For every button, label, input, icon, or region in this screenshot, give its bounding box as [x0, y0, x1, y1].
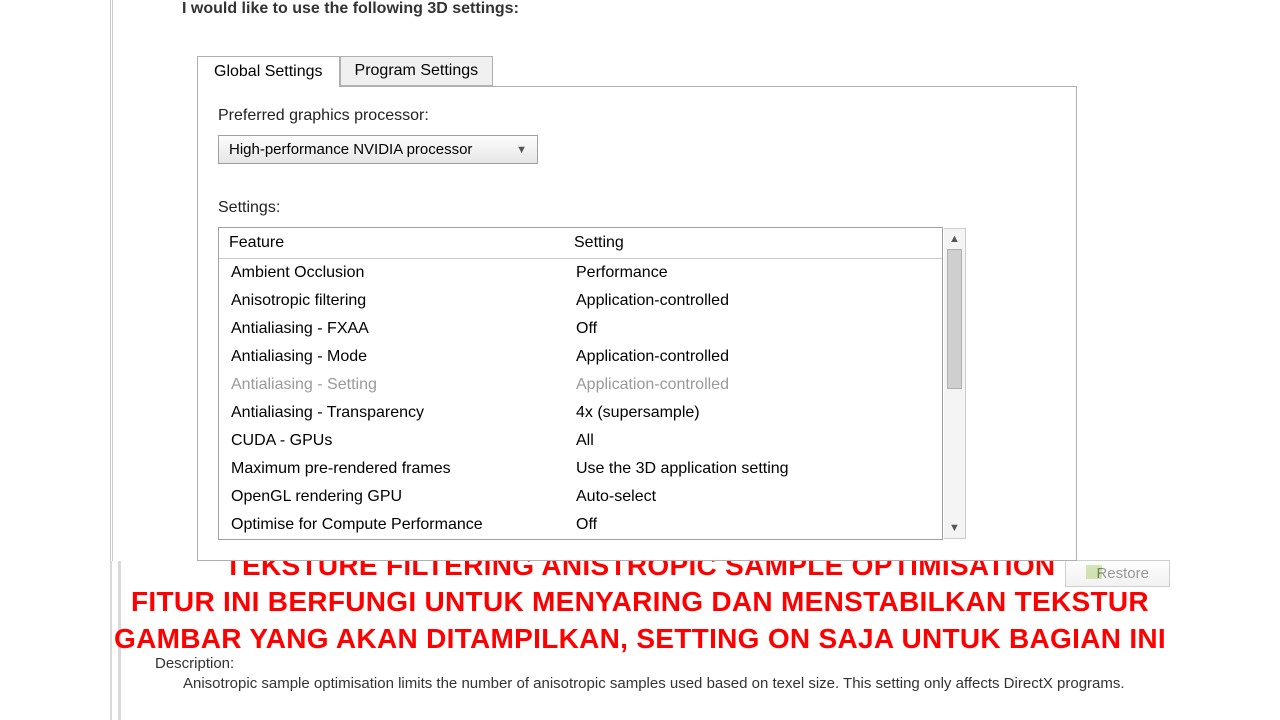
setting-cell: Performance — [564, 259, 942, 287]
section-title: I would like to use the following 3D set… — [182, 0, 1280, 18]
feature-cell: Maximum pre-rendered frames — [219, 455, 564, 483]
table-row[interactable]: Antialiasing - SettingApplication-contro… — [219, 371, 942, 399]
table-row[interactable]: Ambient OcclusionPerformance — [219, 259, 942, 287]
tab-global-settings[interactable]: Global Settings — [197, 56, 340, 87]
feature-cell: Antialiasing - FXAA — [219, 315, 564, 343]
scroll-down-icon[interactable]: ▼ — [944, 518, 965, 538]
settings-panel: Preferred graphics processor: High-perfo… — [197, 86, 1077, 561]
table-row[interactable]: Anisotropic filteringApplication-control… — [219, 287, 942, 315]
setting-cell: 4x (supersample) — [564, 399, 942, 427]
chevron-down-icon: ▼ — [516, 144, 527, 156]
feature-cell: Antialiasing - Transparency — [219, 399, 564, 427]
scrollbar[interactable]: ▲ ▼ — [944, 228, 966, 539]
table-row[interactable]: Optimise for Compute PerformanceOff — [219, 511, 942, 534]
table-row[interactable]: OpenGL rendering GPUAuto-select — [219, 483, 942, 511]
scroll-up-icon[interactable]: ▲ — [944, 229, 965, 249]
description-text: Anisotropic sample optimisation limits t… — [183, 675, 1155, 692]
feature-cell: Antialiasing - Setting — [219, 371, 564, 399]
feature-cell: Anisotropic filtering — [219, 287, 564, 315]
gpu-select[interactable]: High-performance NVIDIA processor ▼ — [218, 135, 538, 164]
feature-cell: CUDA - GPUs — [219, 427, 564, 455]
feature-cell: Antialiasing - Mode — [219, 343, 564, 371]
description-label: Description: — [155, 655, 1155, 672]
column-setting: Setting — [564, 228, 942, 258]
overlay-line: FITUR INI BERFUNGI UNTUK MENYARING DAN M… — [0, 584, 1280, 620]
table-row[interactable]: Antialiasing - FXAAOff — [219, 315, 942, 343]
setting-cell: Use the 3D application setting — [564, 455, 942, 483]
column-feature: Feature — [219, 228, 564, 258]
feature-cell: OpenGL rendering GPU — [219, 483, 564, 511]
scroll-thumb[interactable] — [947, 249, 962, 389]
setting-cell: All — [564, 427, 942, 455]
table-row[interactable]: Antialiasing - ModeApplication-controlle… — [219, 343, 942, 371]
overlay-caption: TEKSTURE FILTERING ANISTROPIC SAMPLE OPT… — [0, 548, 1280, 657]
setting-cell: Application-controlled — [564, 287, 942, 315]
table-row[interactable]: Maximum pre-rendered framesUse the 3D ap… — [219, 455, 942, 483]
gpu-select-value: High-performance NVIDIA processor — [229, 141, 472, 158]
setting-cell: Application-controlled — [564, 343, 942, 371]
setting-cell: Off — [564, 315, 942, 343]
setting-cell: Application-controlled — [564, 371, 942, 399]
overlay-line: GAMBAR YANG AKAN DITAMPILKAN, SETTING ON… — [0, 621, 1280, 657]
settings-label: Settings: — [218, 199, 1056, 217]
tab-program-settings[interactable]: Program Settings — [340, 56, 494, 86]
tab-bar: Global Settings Program Settings — [197, 53, 1280, 86]
feature-cell: Optimise for Compute Performance — [219, 511, 564, 534]
setting-cell: Off — [564, 511, 942, 534]
settings-table: Feature Setting Ambient OcclusionPerform… — [218, 227, 943, 540]
feature-cell: Ambient Occlusion — [219, 259, 564, 287]
gpu-label: Preferred graphics processor: — [218, 107, 1056, 125]
table-row[interactable]: Antialiasing - Transparency4x (supersamp… — [219, 399, 942, 427]
table-row[interactable]: CUDA - GPUsAll — [219, 427, 942, 455]
setting-cell: Auto-select — [564, 483, 942, 511]
